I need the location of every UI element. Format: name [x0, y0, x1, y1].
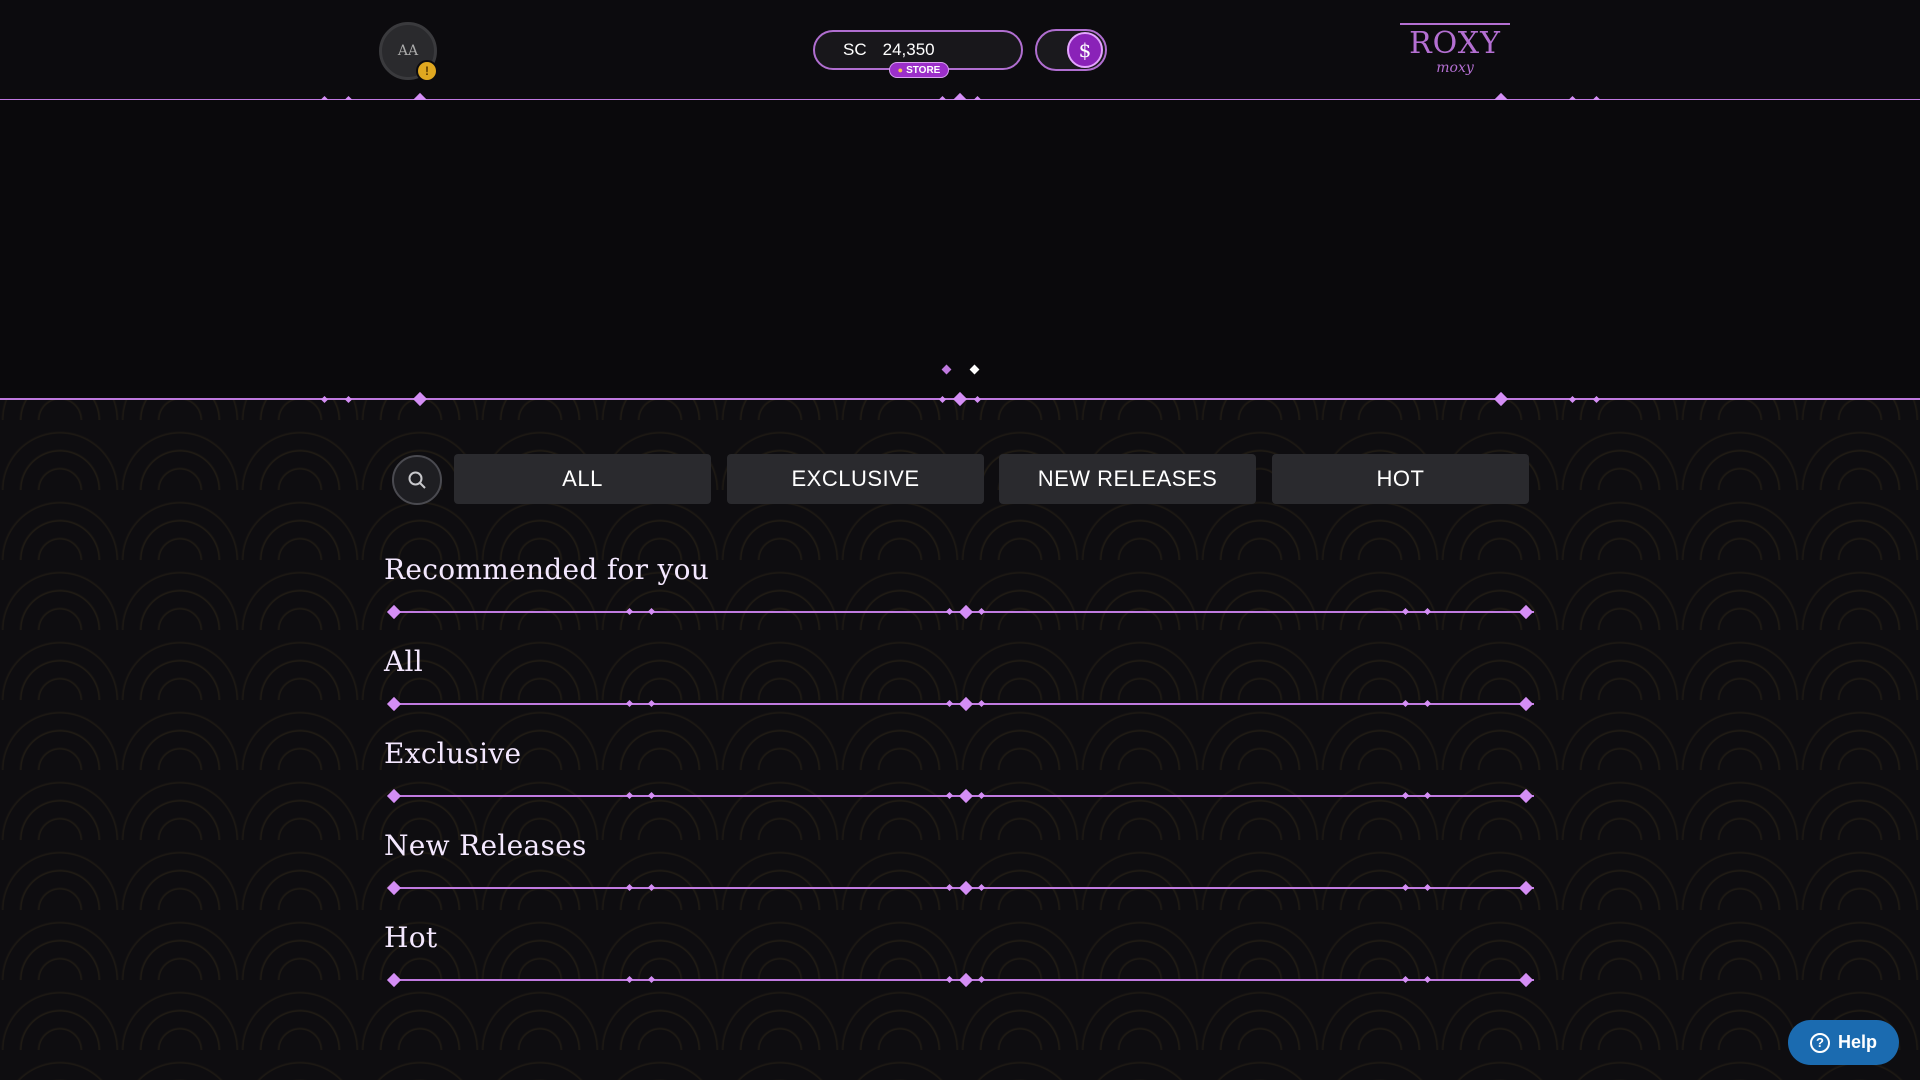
- help-icon: ?: [1809, 1032, 1830, 1053]
- tab-exclusive[interactable]: EXCLUSIVE: [727, 454, 984, 504]
- divider-diamond: [386, 604, 402, 620]
- divider-diamond: [1518, 696, 1534, 712]
- divider-diamond: [1423, 791, 1432, 800]
- divider-diamond: [1423, 699, 1432, 708]
- divider-diamond: [1401, 791, 1410, 800]
- divider-diamond: [386, 880, 402, 896]
- store-button[interactable]: ● STORE: [889, 62, 949, 78]
- divider-diamond: [1518, 604, 1534, 620]
- divider-diamond: [977, 975, 986, 984]
- tab-all[interactable]: ALL: [454, 454, 711, 504]
- divider-diamond: [625, 607, 634, 616]
- section-title-recommended: Recommended for you: [384, 553, 710, 586]
- divider-diamond: [625, 883, 634, 892]
- toggle-symbol: $: [1078, 38, 1092, 62]
- top-header: AA ! SC 24,350 ● STORE $ ROXY moxy: [0, 0, 1920, 100]
- tab-hot[interactable]: HOT: [1272, 454, 1529, 504]
- divider-diamond: [386, 788, 402, 804]
- section-title-hot: Hot: [384, 921, 438, 954]
- notification-badge: !: [416, 60, 438, 82]
- logo-subtext: moxy: [1436, 60, 1474, 76]
- hero-banner[interactable]: [0, 100, 1920, 400]
- brand-logo[interactable]: ROXY moxy: [1390, 20, 1520, 80]
- divider-diamond: [647, 975, 656, 984]
- currency-toggle[interactable]: $: [1035, 29, 1107, 71]
- divider-diamond: [945, 607, 954, 616]
- divider-diamond: [945, 791, 954, 800]
- search-icon: [408, 471, 426, 489]
- store-label: STORE: [906, 64, 941, 76]
- help-label: Help: [1837, 1032, 1877, 1052]
- divider-diamond: [958, 972, 974, 988]
- section-title-exclusive: Exclusive: [384, 737, 522, 770]
- divider-diamond: [386, 696, 402, 712]
- divider-diamond: [945, 883, 954, 892]
- divider-diamond: [1401, 699, 1410, 708]
- divider-diamond: [1401, 883, 1410, 892]
- divider-diamond: [977, 791, 986, 800]
- divider-diamond: [958, 788, 974, 804]
- logo-divider-top: [1400, 23, 1510, 25]
- divider-diamond: [647, 791, 656, 800]
- avatar-initials: AA: [397, 43, 419, 59]
- divider-diamond: [1518, 788, 1534, 804]
- divider-diamond: [958, 604, 974, 620]
- divider-diamond: [977, 607, 986, 616]
- divider-diamond: [977, 699, 986, 708]
- divider-diamond: [625, 699, 634, 708]
- divider-diamond: [1423, 975, 1432, 984]
- divider-diamond: [386, 972, 402, 988]
- divider-diamond: [958, 880, 974, 896]
- tab-new-releases[interactable]: NEW RELEASES: [999, 454, 1256, 504]
- section-title-new-releases: New Releases: [384, 829, 587, 862]
- logo-text: ROXY: [1409, 26, 1501, 61]
- help-button[interactable]: ? Help: [1788, 1020, 1899, 1065]
- divider-diamond: [977, 883, 986, 892]
- search-button[interactable]: [392, 455, 442, 505]
- coin-icon: ●: [897, 65, 904, 75]
- divider-diamond: [647, 699, 656, 708]
- divider-diamond: [625, 975, 634, 984]
- balance-value: 24,350: [882, 40, 935, 59]
- divider-diamond: [1401, 975, 1410, 984]
- divider-diamond: [1423, 607, 1432, 616]
- divider-diamond: [647, 883, 656, 892]
- divider-diamond: [945, 699, 954, 708]
- divider-diamond: [1401, 607, 1410, 616]
- divider-diamond: [647, 607, 656, 616]
- divider-diamond: [1518, 972, 1534, 988]
- currency-code: SC: [843, 40, 867, 59]
- section-title-all: All: [384, 645, 424, 678]
- divider-diamond: [1518, 880, 1534, 896]
- sweeps-coin-icon: $: [1067, 32, 1103, 68]
- divider-diamond: [625, 791, 634, 800]
- divider-diamond: [945, 975, 954, 984]
- divider-diamond: [958, 696, 974, 712]
- divider-diamond: [1423, 883, 1432, 892]
